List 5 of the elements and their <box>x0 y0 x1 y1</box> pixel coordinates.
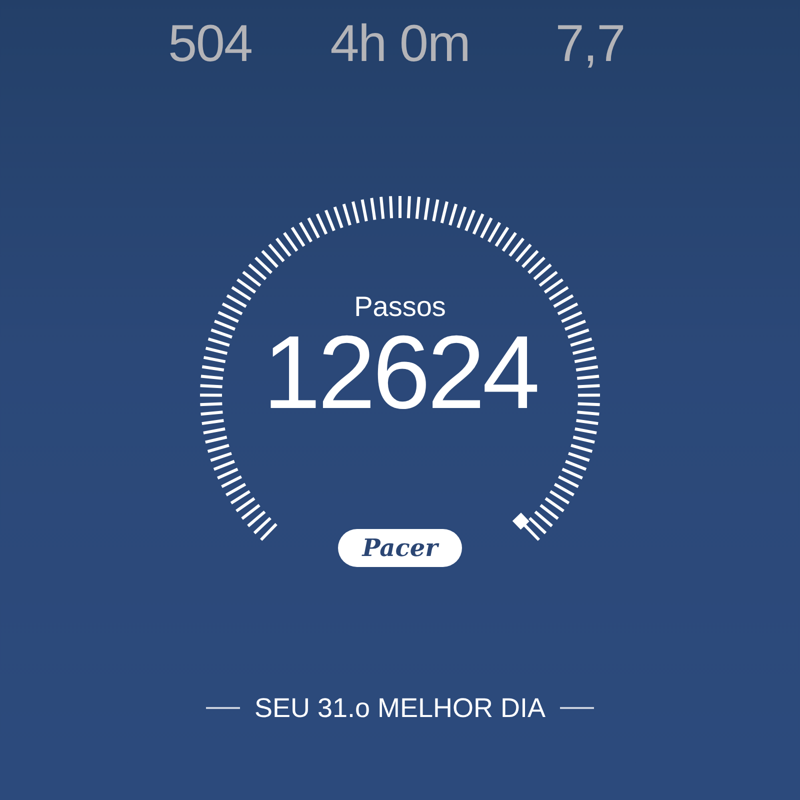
best-day-text: SEU 31.o MELHOR DIA <box>254 692 546 725</box>
pacer-logo: Pacer <box>338 529 462 567</box>
stat-value: 504 <box>167 18 253 75</box>
stat-value: 4h 0m <box>329 18 471 75</box>
stat-value: 7,7 <box>554 18 626 75</box>
